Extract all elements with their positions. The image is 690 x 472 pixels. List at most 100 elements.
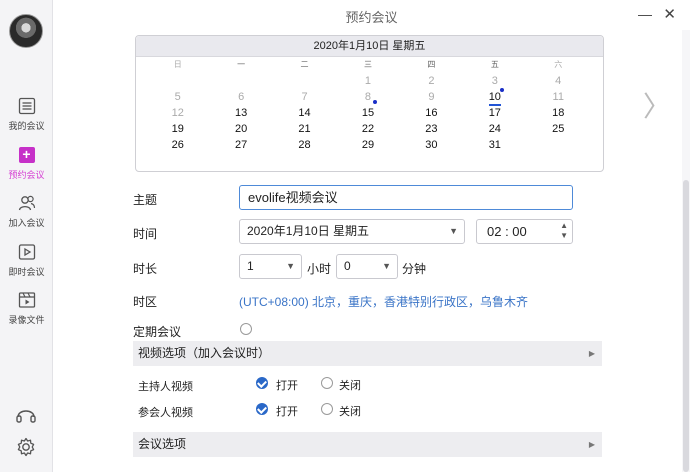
calendar-day-number: 18 xyxy=(552,107,565,119)
host-video-on-label: 打开 xyxy=(276,380,298,392)
weekday-label: 六 xyxy=(554,60,563,69)
calendar-day-number: 10 xyxy=(488,91,501,106)
film-icon xyxy=(18,292,35,308)
recurring-checkbox[interactable] xyxy=(240,323,252,335)
weekday-label: 二 xyxy=(300,60,309,69)
calendar-grid: 日一二三四五六 1 2 3 4 5 6 7 8 9 10 11 12 13 14 15 16 17 18 19 20 21… xyxy=(146,58,590,153)
calendar-day-number: 25 xyxy=(552,123,565,135)
calendar-day-number: 20 xyxy=(235,123,248,135)
calendar-week: 26 27 28 29 30 31 xyxy=(146,137,590,153)
hours-value: 1 xyxy=(247,259,254,273)
hours-unit: 小时 xyxy=(307,262,332,276)
spinner-icon[interactable]: ▲ ▼ xyxy=(560,221,568,241)
calendar-day-number: 3 xyxy=(491,75,498,87)
event-dot-icon xyxy=(372,100,377,104)
video-options-header[interactable]: 视频选项（加入会议时） ▶ xyxy=(133,341,602,366)
topic-input[interactable]: evolife视频会议 xyxy=(239,185,573,210)
calendar-day[interactable]: 21 xyxy=(273,121,336,137)
chevron-down-icon: ▼ xyxy=(449,226,458,236)
recurring-label: 定期会议 xyxy=(133,325,182,339)
calendar-day: 5 xyxy=(146,89,209,105)
participant-video-off-radio[interactable] xyxy=(321,403,333,415)
meeting-options-header[interactable]: 会议选项 ▶ xyxy=(133,432,602,457)
host-video-off-radio[interactable] xyxy=(321,377,333,389)
calendar-day[interactable]: 29 xyxy=(336,137,399,153)
calendar-day-number: 4 xyxy=(555,75,562,87)
sidebar-item-label: 加入会议 xyxy=(8,218,45,228)
calendar-day[interactable]: 19 xyxy=(146,121,209,137)
calendar-day[interactable]: 20 xyxy=(209,121,272,137)
calendar-day: 7 xyxy=(273,89,336,105)
calendar-day[interactable]: 23 xyxy=(400,121,463,137)
calendar-day[interactable]: 18 xyxy=(527,105,590,121)
calendar-day-number: 13 xyxy=(235,107,248,119)
minutes-value: 0 xyxy=(344,259,351,273)
calendar-day[interactable]: 26 xyxy=(146,137,209,153)
calendar-day-number: 7 xyxy=(301,91,308,103)
sidebar-item-my-meetings[interactable]: 我的会议 xyxy=(0,96,53,132)
avatar[interactable] xyxy=(9,14,43,48)
sidebar-item-schedule-meeting[interactable]: + 预约会议 xyxy=(0,145,53,181)
calendar-day[interactable]: 14 xyxy=(273,105,336,121)
calendar-day-number: 30 xyxy=(425,139,438,151)
calendar-day xyxy=(146,73,209,89)
calendar-day[interactable]: 30 xyxy=(400,137,463,153)
date-value: 2020年1月10日 星期五 xyxy=(247,224,370,238)
hours-select[interactable]: 1 ▼ xyxy=(239,254,302,279)
window-title: 预约会议 xyxy=(345,10,398,25)
time-value: 02 : 00 xyxy=(487,224,527,239)
calendar-day-number: 19 xyxy=(171,123,184,135)
calendar-day[interactable]: 17 xyxy=(463,105,526,121)
next-month-icon[interactable]: 〉 xyxy=(643,85,671,125)
participant-video-label: 参会人视频 xyxy=(138,407,193,419)
sidebar-item-instant-meeting[interactable]: 即时会议 xyxy=(0,242,53,278)
calendar-day[interactable]: 15 xyxy=(336,105,399,121)
calendar-day[interactable]: 10 xyxy=(463,88,526,106)
calendar-day-number: 21 xyxy=(298,123,311,135)
calendar-week: 5 6 7 8 9 10 11 xyxy=(146,88,590,106)
headset-icon[interactable] xyxy=(15,404,37,426)
minutes-select[interactable]: 0 ▼ xyxy=(336,254,398,279)
calendar-day-number: 11 xyxy=(552,91,564,103)
calendar-day xyxy=(209,73,272,89)
host-video-on-radio[interactable] xyxy=(256,377,268,389)
calendar-day[interactable]: 31 xyxy=(463,137,526,153)
calendar-day-number: 14 xyxy=(298,107,311,119)
calendar-day-number: 27 xyxy=(235,139,248,151)
sidebar-item-recordings[interactable]: 录像文件 xyxy=(0,290,53,326)
calendar-day: 4 xyxy=(527,73,590,89)
minimize-button[interactable]: — xyxy=(638,6,652,22)
time-label: 时间 xyxy=(133,227,158,241)
close-button[interactable]: ✕ xyxy=(663,5,676,23)
host-video-label: 主持人视频 xyxy=(138,381,193,393)
calendar-day[interactable]: 24 xyxy=(463,121,526,137)
calendar-day[interactable]: 25 xyxy=(527,121,590,137)
date-select[interactable]: 2020年1月10日 星期五 ▼ xyxy=(239,219,465,244)
calendar-day: 2 xyxy=(400,73,463,89)
participant-video-on-radio[interactable] xyxy=(256,403,268,415)
calendar-day: 9 xyxy=(400,89,463,105)
calendar-day[interactable]: 27 xyxy=(209,137,272,153)
gear-icon[interactable] xyxy=(15,436,37,458)
time-stepper[interactable]: 02 : 00 ▲ ▼ xyxy=(476,219,573,244)
calendar-day-number: 23 xyxy=(425,123,438,135)
calendar-day[interactable]: 28 xyxy=(273,137,336,153)
scrollbar-thumb[interactable] xyxy=(683,180,689,472)
sidebar-item-join-meeting[interactable]: 加入会议 xyxy=(0,193,53,229)
calendar-day-number: 8 xyxy=(364,91,372,103)
calendar-day: 1 xyxy=(336,73,399,89)
weekday-row: 日一二三四五六 xyxy=(146,58,590,73)
calendar-day-number: 24 xyxy=(488,123,501,135)
sidebar: 我的会议 + 预约会议 加入会议 即时会议 录像文件 xyxy=(0,0,53,472)
expand-arrow-icon: ▶ xyxy=(588,349,595,358)
chevron-down-icon: ▼ xyxy=(382,261,391,271)
calendar-day-number: 5 xyxy=(174,91,181,103)
host-video-off-label: 关闭 xyxy=(339,380,361,392)
list-icon xyxy=(18,97,35,115)
timezone-link[interactable]: (UTC+08:00) 北京，重庆，香港特别行政区，乌鲁木齐 xyxy=(239,293,528,310)
calendar-day[interactable]: 16 xyxy=(400,105,463,121)
calendar-day xyxy=(273,73,336,89)
calendar-day[interactable]: 13 xyxy=(209,105,272,121)
calendar-day[interactable]: 22 xyxy=(336,121,399,137)
participant-video-on-label: 打开 xyxy=(276,406,298,418)
